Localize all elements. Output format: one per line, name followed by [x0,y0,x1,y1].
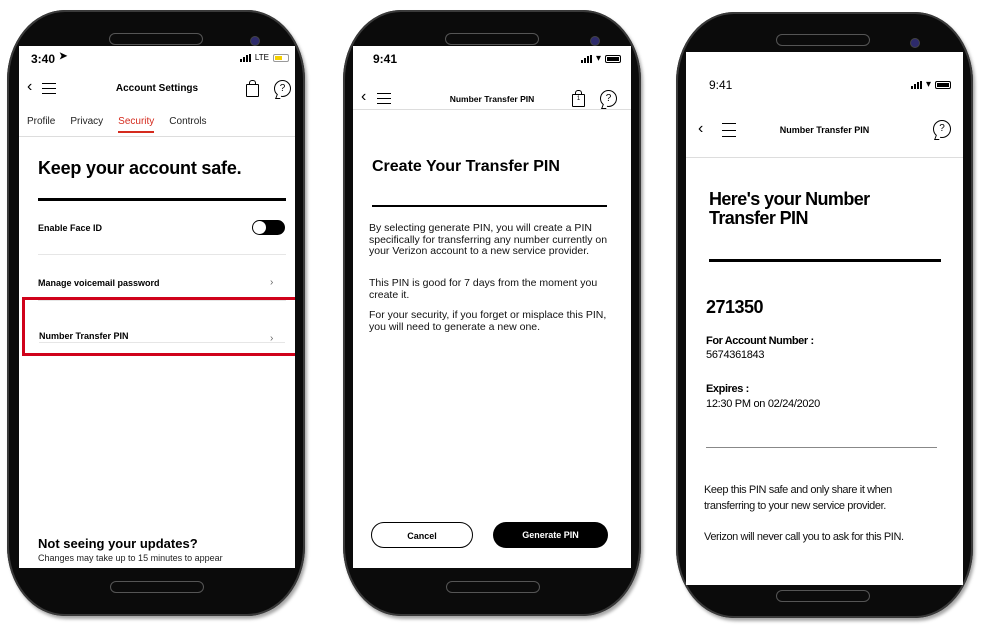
tabs-divider [19,136,295,137]
row-divider [39,342,285,343]
phone-home-bar [446,581,540,593]
validity-paragraph: This PIN is good for 7 days from the mom… [369,277,598,301]
face-id-toggle[interactable] [252,220,285,235]
battery-icon [605,54,621,63]
wifi-icon: ▾ [595,53,601,64]
phone-frame-2: 9:41 ▾ ‹ Number Transfer PIN 1 ? Create … [343,10,641,616]
heading-rule [709,259,941,262]
settings-tabs: Profile Privacy Security Controls [27,116,207,133]
account-number-label: For Account Number : [706,335,814,347]
location-arrow-icon: ➤ [59,51,68,62]
account-number-value: 5674361843 [706,349,765,361]
highlight-box [22,297,295,356]
section-heading: Keep your account safe. [38,158,242,178]
phone-speaker [109,33,203,45]
phone-home-bar [776,590,870,602]
bag-icon[interactable]: 1 [572,90,585,107]
status-time: 3:40 [31,52,56,66]
page-title: Number Transfer PIN [779,125,870,135]
phone-home-bar [110,581,204,593]
signal-icon [580,54,592,63]
heading-rule [38,198,286,201]
phone-speaker [776,34,870,46]
phone-frame-3: 9:41 ▾ ‹ Number Transfer PIN ? Here's yo… [676,12,973,618]
page-title: Number Transfer PIN [449,94,535,104]
phone-camera [590,36,600,46]
heading-rule [372,205,607,207]
section-divider [706,447,937,448]
bag-count: 1 [576,96,581,102]
status-time: 9:41 [373,52,398,66]
bag-icon[interactable] [246,80,259,97]
status-bar: 9:41 ▾ [686,72,963,94]
face-id-label: Enable Face ID [38,223,103,233]
row-divider [38,254,286,255]
help-chat-icon[interactable]: ? [274,80,291,97]
help-chat-icon[interactable]: ? [600,90,617,107]
phone-speaker [445,33,539,45]
section-heading: Here's your Number Transfer PIN [709,189,870,228]
phone-camera [250,36,260,46]
generate-pin-button[interactable]: Generate PIN [493,522,608,548]
tab-privacy[interactable]: Privacy [70,116,103,133]
security-paragraph: For your security, if you forget or misp… [369,309,607,333]
safety-note: Keep this PIN safe and only share it whe… [704,484,892,512]
nav-bar: ‹ Account Settings ? [19,78,295,100]
network-label: LTE [254,53,269,62]
nav-bar: ‹ Number Transfer PIN ? [686,120,963,142]
tab-security[interactable]: Security [118,116,155,133]
signal-icon [239,53,251,62]
footer-subtitle: Changes may take up to 15 minutes to app… [38,553,223,563]
expires-value: 12:30 PM on 02/24/2020 [706,398,820,410]
phone-frame-1: 3:40 ➤ LTE ‹ Account Settings ? Profile … [7,10,305,616]
status-bar: 9:41 ▾ [353,46,631,68]
section-heading: Create Your Transfer PIN [372,158,560,175]
number-transfer-pin-label: Number Transfer PIN [39,331,129,341]
voicemail-password-label: Manage voicemail password [38,278,160,288]
help-chat-icon[interactable]: ? [933,120,951,138]
screen-account-settings: 3:40 ➤ LTE ‹ Account Settings ? Profile … [19,46,295,568]
status-bar: 3:40 ➤ LTE [19,46,295,68]
nav-divider [353,109,631,110]
screen-create-transfer-pin: 9:41 ▾ ‹ Number Transfer PIN 1 ? Create … [353,46,631,568]
pin-value: 271350 [706,297,764,317]
cancel-button[interactable]: Cancel [371,522,473,548]
nav-bar: ‹ Number Transfer PIN 1 ? [353,88,631,110]
signal-icon [910,80,922,89]
screen-transfer-pin-result: 9:41 ▾ ‹ Number Transfer PIN ? Here's yo… [686,52,963,585]
description-paragraph: By selecting generate PIN, you will crea… [369,222,608,257]
expires-label: Expires : [706,383,749,395]
status-time: 9:41 [709,78,733,92]
wifi-icon: ▾ [925,79,931,90]
chevron-right-icon: › [270,277,274,288]
tab-profile[interactable]: Profile [27,116,55,133]
phone-camera [910,38,920,48]
nav-divider [686,157,963,158]
battery-icon [935,80,951,89]
tab-controls[interactable]: Controls [169,116,206,133]
verizon-call-note: Verizon will never call you to ask for t… [704,531,904,543]
battery-icon [273,53,289,62]
footer-title: Not seeing your updates? [38,536,198,551]
